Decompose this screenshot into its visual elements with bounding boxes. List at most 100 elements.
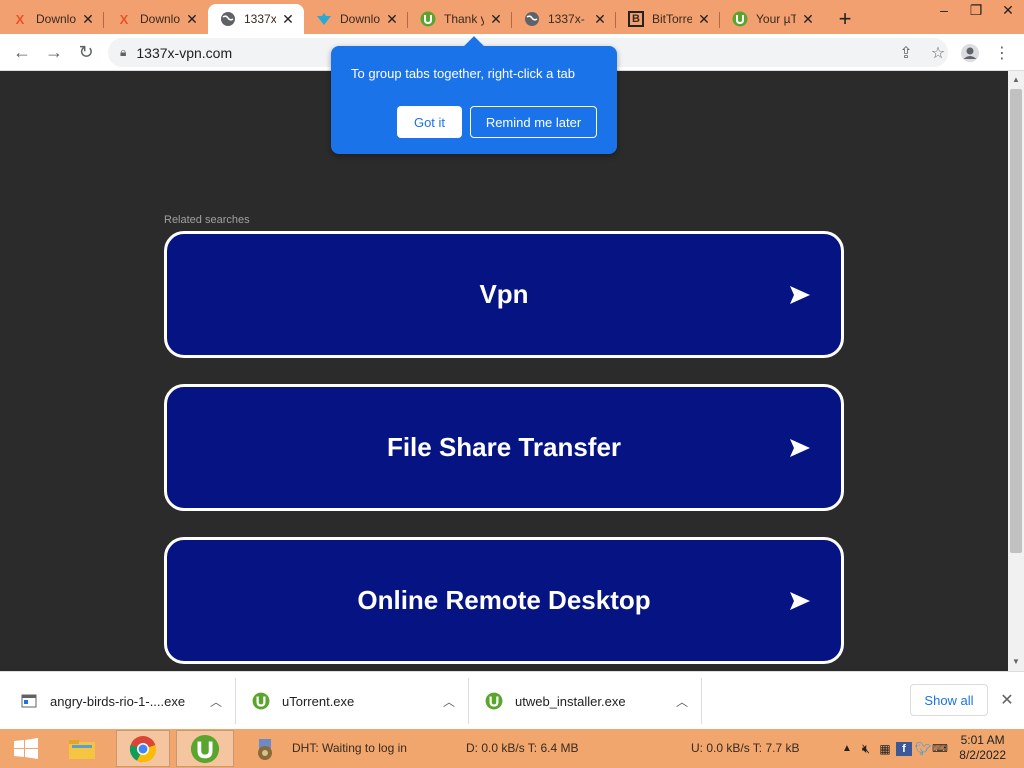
tab-label: 1337x- <box>548 12 585 26</box>
bittorrent-b-icon: B <box>628 11 644 27</box>
network-icon[interactable]: ▦ <box>876 742 894 756</box>
clock-date: 8/2/2022 <box>959 748 1006 762</box>
file-explorer-button[interactable] <box>60 730 104 767</box>
tray-chevron-up-icon[interactable]: ▲ <box>838 743 856 754</box>
more-menu-icon[interactable]: ⋮ <box>986 38 1018 67</box>
back-arrow-icon: ← <box>13 41 31 62</box>
close-icon[interactable]: ✕ <box>996 686 1018 714</box>
tab-label: Downlo <box>140 12 180 26</box>
scroll-up-icon[interactable]: ▲ <box>1008 73 1024 87</box>
web-page: Related searches Vpn File Share Transfer… <box>0 71 1008 671</box>
windows-logo-icon <box>14 737 38 759</box>
close-tab-icon[interactable]: ✕ <box>80 11 96 28</box>
utorrent-icon <box>732 11 748 27</box>
utorrent-icon <box>485 692 503 710</box>
tab-4[interactable]: Downlo ✕ <box>304 4 408 34</box>
system-tray: ▲ 🔇︎ ▦ f 🐦︎ ⌨ <box>838 729 948 768</box>
close-tab-icon[interactable]: ✕ <box>592 11 608 28</box>
facebook-icon[interactable]: f <box>896 741 912 756</box>
url-text: 1337x-vpn.com <box>136 44 233 61</box>
download-arrow-icon <box>316 11 332 27</box>
close-tab-icon[interactable]: ✕ <box>280 11 296 28</box>
tab-3-active[interactable]: 1337x- ✕ <box>208 4 304 34</box>
remind-later-button[interactable]: Remind me later <box>470 106 597 138</box>
reload-icon: ↻ <box>78 41 94 62</box>
result-file-share-transfer[interactable]: File Share Transfer <box>164 384 844 511</box>
download-speed-status: D: 0.0 kB/s T: 6.4 MB <box>466 741 579 755</box>
tab-6[interactable]: 1337x- ✕ <box>512 4 616 34</box>
chevron-up-icon[interactable]: ︿ <box>443 693 455 710</box>
close-tab-icon[interactable]: ✕ <box>384 11 400 28</box>
keyboard-icon[interactable]: ⌨ <box>932 742 948 755</box>
globe-icon <box>524 11 540 27</box>
globe-icon <box>220 11 236 27</box>
result-label: Online Remote Desktop <box>357 585 651 615</box>
utorrent-taskbar-button[interactable] <box>176 730 234 767</box>
clock[interactable]: 5:01 AM 8/2/2022 <box>959 733 1006 763</box>
x-logo-icon: X <box>15 11 25 27</box>
tab-label: 1337x- <box>244 12 276 26</box>
download-filename: uTorrent.exe <box>282 693 355 709</box>
tab-label: Downlo <box>340 12 380 26</box>
got-it-button[interactable]: Got it <box>397 106 462 138</box>
download-item[interactable]: angry-birds-rio-1-....exe ︿ <box>0 678 236 724</box>
tab-7[interactable]: B BitTorre ✕ <box>616 4 720 34</box>
download-filename: angry-birds-rio-1-....exe <box>50 693 186 709</box>
forward-button[interactable]: → <box>38 36 70 68</box>
tab-strip: X Downlo ✕ X Downlo ✕ 1337x- ✕ Downlo ✕ … <box>0 0 1024 34</box>
scrollbar-thumb[interactable] <box>1010 89 1022 553</box>
close-tab-icon[interactable]: ✕ <box>184 11 200 28</box>
tab-5[interactable]: Thank y ✕ <box>408 4 512 34</box>
window-controls: – ❐ ✕ <box>928 0 1024 30</box>
tab-2[interactable]: X Downlo ✕ <box>104 4 208 34</box>
chrome-icon <box>129 735 157 762</box>
utorrent-icon <box>420 11 436 27</box>
toolbar-actions: ⇪ ☆ ⋮ <box>890 38 1018 67</box>
tab-1[interactable]: X Downlo ✕ <box>0 4 104 34</box>
result-online-remote-desktop[interactable]: Online Remote Desktop <box>164 537 844 664</box>
tab-group-tip-popup: To group tabs together, right-click a ta… <box>331 36 617 154</box>
minimize-icon[interactable]: – <box>928 0 960 30</box>
download-bar: angry-birds-rio-1-....exe ︿ uTorrent.exe… <box>0 671 1024 729</box>
close-tab-icon[interactable]: ✕ <box>488 11 504 28</box>
chevron-up-icon[interactable]: ︿ <box>676 693 688 710</box>
taskbar: DHT: Waiting to log in D: 0.0 kB/s T: 6.… <box>0 729 1024 768</box>
close-tab-icon[interactable]: ✕ <box>800 11 816 28</box>
page-scrollbar[interactable]: ▲ ▼ <box>1008 71 1024 671</box>
result-vpn[interactable]: Vpn <box>164 231 844 358</box>
back-button[interactable]: ← <box>6 36 38 68</box>
utorrent-icon <box>252 692 270 710</box>
profile-avatar-icon[interactable] <box>954 38 986 67</box>
related-searches-label: Related searches <box>164 214 250 226</box>
popup-text: To group tabs together, right-click a ta… <box>351 66 576 81</box>
download-filename: utweb_installer.exe <box>515 693 626 709</box>
result-label: Vpn <box>479 279 529 309</box>
twitter-icon[interactable]: 🐦︎ <box>914 741 932 757</box>
tab-label: Thank y <box>444 12 484 26</box>
tab-label: Downlo <box>36 12 76 26</box>
scroll-down-icon[interactable]: ▼ <box>1008 655 1024 669</box>
dht-status: DHT: Waiting to log in <box>292 741 407 755</box>
tab-8[interactable]: Your µT ✕ <box>720 4 824 34</box>
utorrent-icon <box>190 734 220 763</box>
new-tab-button[interactable]: + <box>830 4 860 34</box>
start-button[interactable] <box>6 730 46 767</box>
chrome-taskbar-button[interactable] <box>116 730 170 767</box>
chevron-up-icon[interactable]: ︿ <box>210 693 222 710</box>
lock-icon[interactable]: 🔒︎ <box>120 45 126 60</box>
result-label: File Share Transfer <box>386 432 622 462</box>
close-tab-icon[interactable]: ✕ <box>696 11 712 28</box>
share-icon[interactable]: ⇪ <box>890 38 922 67</box>
tab-label: Your µT <box>756 12 796 26</box>
restore-icon[interactable]: ❐ <box>960 0 992 30</box>
gear-cube-icon <box>258 738 272 760</box>
download-item[interactable]: utweb_installer.exe ︿ <box>469 678 702 724</box>
divider <box>701 678 702 724</box>
app-taskbar-button[interactable] <box>244 730 286 767</box>
download-item[interactable]: uTorrent.exe ︿ <box>236 678 469 724</box>
show-all-button[interactable]: Show all <box>910 684 988 716</box>
close-window-icon[interactable]: ✕ <box>992 0 1024 30</box>
volume-muted-icon[interactable]: 🔇︎ <box>856 741 876 757</box>
bookmark-star-icon[interactable]: ☆ <box>922 38 954 67</box>
reload-button[interactable]: ↻ <box>70 36 102 68</box>
